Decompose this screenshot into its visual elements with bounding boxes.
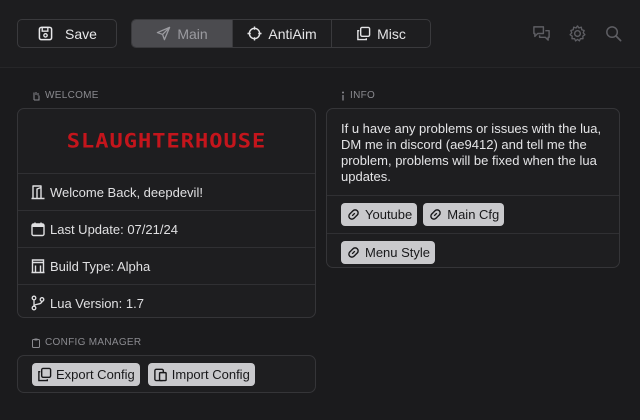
info-panel: If u have any problems or issues with th… — [326, 108, 620, 268]
tab-antiaim[interactable]: AntiAim — [233, 20, 331, 47]
paste-icon — [153, 368, 167, 382]
copy-icon — [357, 26, 371, 41]
tab-main-label: Main — [177, 25, 208, 42]
config-panel: Export Config Import Config — [17, 355, 316, 393]
youtube-link-button[interactable]: Youtube — [341, 203, 418, 226]
crosshair-icon — [247, 26, 262, 41]
last-update-text: Last Update: 07/21/24 — [50, 221, 178, 237]
link-icon — [348, 209, 359, 220]
link-icon — [348, 247, 359, 258]
save-label: Save — [65, 25, 97, 42]
last-update-row: Last Update: 07/21/24 — [18, 210, 315, 247]
export-config-button[interactable]: Export Config — [32, 363, 140, 386]
info-links-row: Youtube Main Cfg — [327, 195, 619, 233]
save-button[interactable]: Save — [17, 19, 117, 48]
welcome-title: WELCOME — [45, 90, 99, 101]
gear-icon[interactable] — [568, 24, 587, 43]
hand-icon — [33, 91, 40, 100]
clipboard-icon — [32, 338, 40, 348]
welcome-row: Welcome Back, deepdevil! — [18, 173, 315, 210]
lua-version-text: Lua Version: 1.7 — [50, 295, 144, 311]
youtube-label: Youtube — [365, 207, 413, 222]
door-icon — [31, 185, 45, 200]
main-cfg-label: Main Cfg — [447, 207, 500, 222]
info-section-title: INFO — [340, 90, 375, 101]
config-button-row: Export Config Import Config — [18, 356, 315, 393]
info-links-row-2: Menu Style — [327, 233, 619, 271]
main-cfg-link-button[interactable]: Main Cfg — [423, 203, 505, 226]
menu-style-label: Menu Style — [365, 245, 431, 260]
branch-icon — [31, 295, 45, 311]
lua-version-row: Lua Version: 1.7 — [18, 284, 315, 321]
search-icon[interactable] — [604, 24, 623, 43]
copy-icon — [38, 367, 52, 382]
welcome-panel: SLAUGHTERHOUSE Welcome Back, deepdevil! … — [17, 108, 316, 318]
building-icon — [31, 259, 45, 274]
import-config-button[interactable]: Import Config — [147, 363, 255, 386]
tab-misc[interactable]: Misc — [332, 20, 430, 47]
build-type-row: Build Type: Alpha — [18, 247, 315, 284]
config-section-title: CONFIG MANAGER — [31, 337, 141, 348]
logo-container: SLAUGHTERHOUSE — [18, 109, 315, 173]
chat-icon[interactable] — [532, 24, 551, 43]
calendar-icon — [31, 222, 45, 237]
save-icon — [38, 26, 53, 41]
send-icon — [157, 26, 171, 41]
tab-antiaim-label: AntiAim — [268, 25, 317, 42]
export-config-label: Export Config — [56, 367, 135, 382]
tab-main[interactable]: Main — [132, 20, 232, 47]
link-icon — [430, 209, 442, 220]
menu-style-link-button[interactable]: Menu Style — [341, 241, 436, 264]
welcome-text: Welcome Back, deepdevil! — [50, 184, 203, 200]
logo: SLAUGHTERHOUSE — [66, 129, 267, 153]
top-bar: Save Main AntiAim Misc — [0, 0, 640, 68]
info-icon — [342, 91, 344, 100]
tab-misc-label: Misc — [377, 25, 406, 42]
import-config-label: Import Config — [171, 367, 250, 382]
build-type-text: Build Type: Alpha — [50, 258, 151, 274]
info-title: INFO — [350, 90, 376, 101]
welcome-section-title: WELCOME — [31, 90, 99, 101]
tab-bar: Main AntiAim Misc — [131, 19, 431, 48]
top-icon-group — [532, 24, 623, 43]
info-text: If u have any problems or issues with th… — [341, 121, 602, 184]
config-title: CONFIG MANAGER — [45, 337, 142, 348]
